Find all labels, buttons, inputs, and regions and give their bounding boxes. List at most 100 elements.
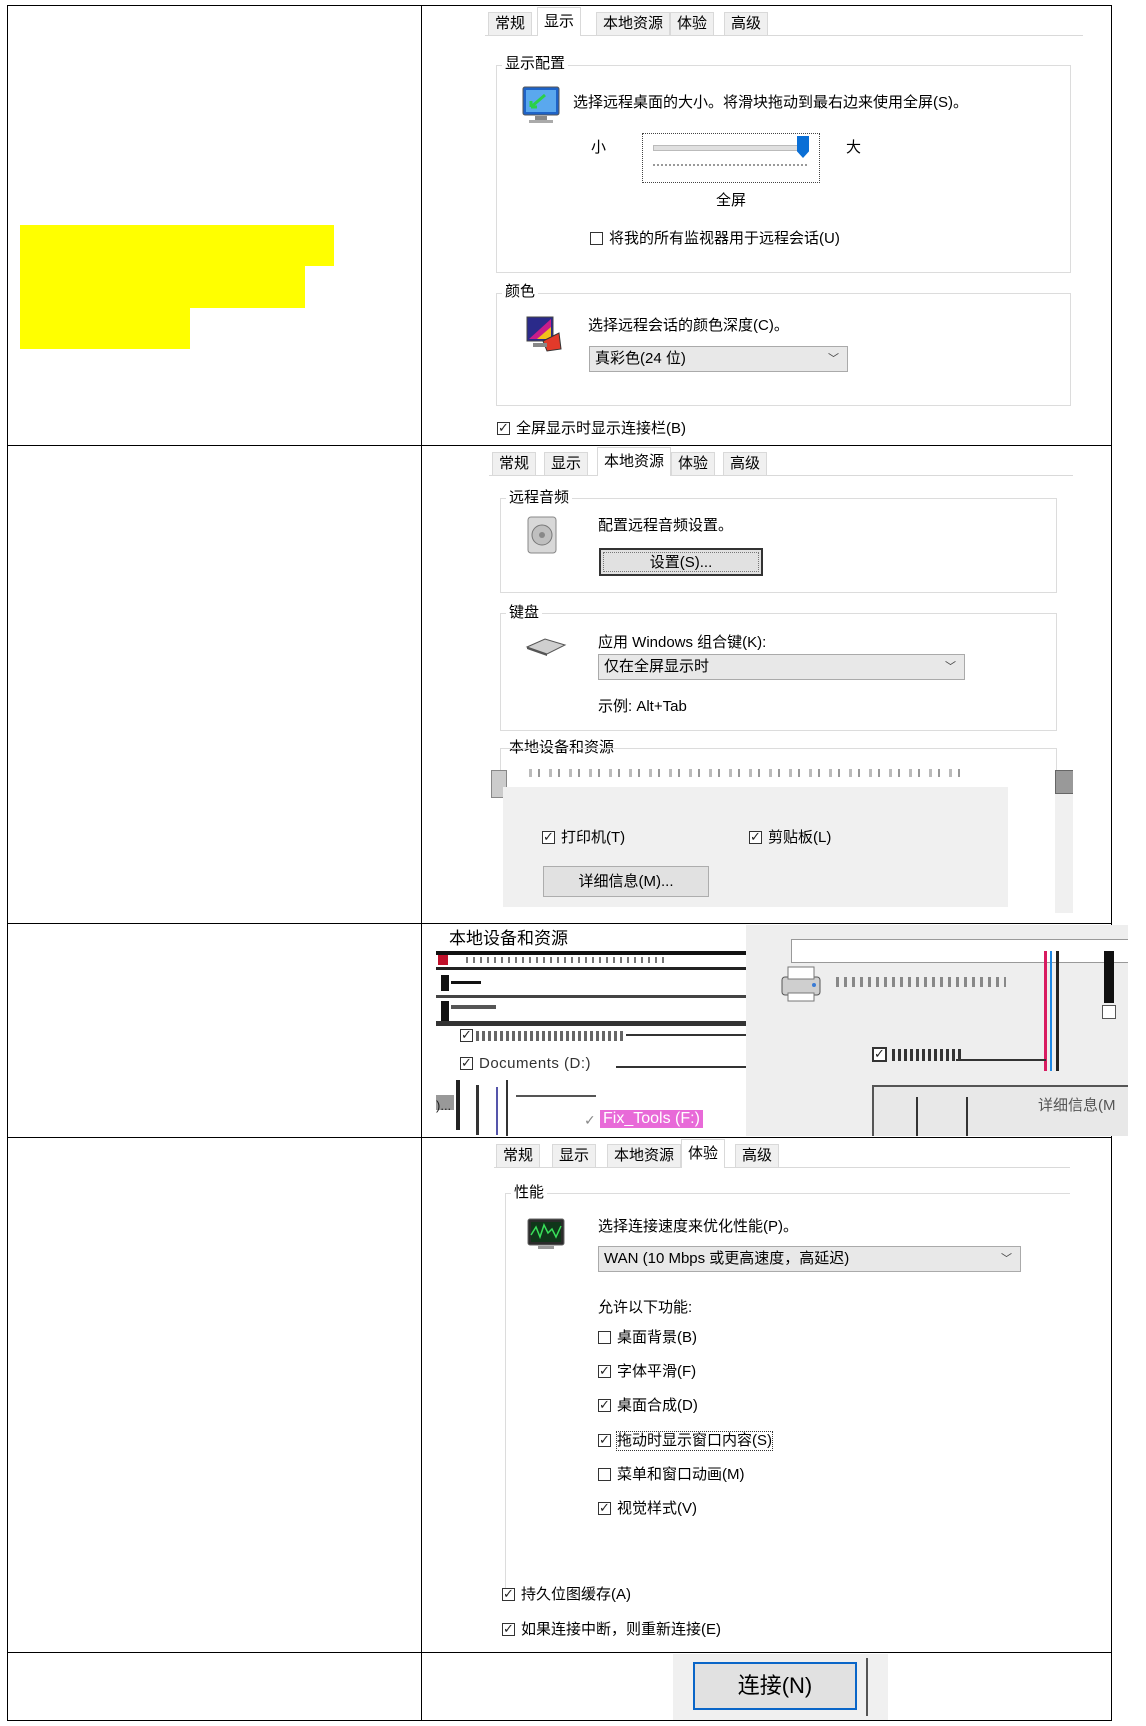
keyboard-combo-value: 仅在全屏显示时 xyxy=(604,658,710,675)
display-config-title: 显示配置 xyxy=(502,55,569,73)
color-palette-icon xyxy=(526,316,562,352)
chevron-down-icon: ﹀ xyxy=(945,661,956,673)
printer-checkbox-glitch[interactable] xyxy=(872,1045,887,1063)
table-column-divider xyxy=(421,5,422,1721)
drive-documents-label: Documents (D:) xyxy=(479,1055,592,1072)
tab-advanced[interactable]: 高级 xyxy=(735,1144,780,1167)
remote-audio-description: 配置远程音频设置。 xyxy=(598,517,734,534)
ellipsis-fragment: )... xyxy=(436,1098,452,1113)
drive-checkbox-documents[interactable] xyxy=(460,1054,473,1072)
printer-label: 打印机(T) xyxy=(561,829,626,846)
all-monitors-checkbox[interactable] xyxy=(590,232,603,245)
table-row-divider-2 xyxy=(7,923,1112,924)
tab-general[interactable]: 常规 xyxy=(496,1144,541,1167)
drive-checkbox-1[interactable] xyxy=(460,1026,473,1044)
feature-option-label: 字体平滑(F) xyxy=(617,1363,697,1380)
experience-tab-screenshot: 常规 显示 本地资源 体验 高级 性能 选择连接速度来优化性能(P)。 WAN … xyxy=(494,1139,1070,1651)
tab-general[interactable]: 常规 xyxy=(492,452,537,475)
clipboard-label: 剪贴板(L) xyxy=(768,829,832,846)
clipboard-checkbox[interactable] xyxy=(749,828,762,846)
feature-option-label: 菜单和窗口动画(M) xyxy=(617,1466,745,1483)
slider-value-label: 全屏 xyxy=(716,192,747,209)
tab-local-resources[interactable]: 本地资源 xyxy=(597,447,672,476)
feature-option-label: 桌面合成(D) xyxy=(617,1397,698,1414)
tab-experience[interactable]: 体验 xyxy=(671,452,716,475)
allow-features-label: 允许以下功能: xyxy=(598,1299,693,1316)
performance-title: 性能 xyxy=(511,1184,548,1202)
feature-option-checkbox[interactable] xyxy=(598,1468,611,1481)
tab-experience[interactable]: 体验 xyxy=(681,1139,726,1168)
highlight-block-top xyxy=(20,225,334,266)
feature-option-label: 拖动时显示窗口内容(S) xyxy=(616,1431,773,1451)
reconnect-checkbox[interactable] xyxy=(502,1620,515,1638)
feature-option-checkbox[interactable] xyxy=(598,1362,611,1380)
tab-display[interactable]: 显示 xyxy=(552,1144,597,1167)
slider-large-label: 大 xyxy=(846,139,862,156)
details-fragment: 详细信息(M xyxy=(1038,1097,1116,1114)
keyboard-icon xyxy=(525,638,567,656)
color-depth-select[interactable]: 真彩色(24 位) ﹀ xyxy=(589,346,848,372)
tab-general[interactable]: 常规 xyxy=(488,12,533,35)
local-devices-group xyxy=(500,748,1057,770)
feature-option-label: 视觉样式(V) xyxy=(617,1500,697,1517)
speed-description: 选择连接速度来优化性能(P)。 xyxy=(598,1218,798,1235)
local-resources-screenshot: 常规 显示 本地资源 体验 高级 远程音频 配置远程音频设置。 设置(S)...… xyxy=(489,447,1073,913)
checkmark-icon: ✓ xyxy=(584,1112,596,1128)
speaker-icon xyxy=(527,516,557,554)
color-title: 颜色 xyxy=(502,283,539,301)
remote-audio-group xyxy=(500,498,1057,593)
tab-display[interactable]: 显示 xyxy=(537,7,582,36)
reconnect-label: 如果连接中断，则重新连接(E) xyxy=(521,1621,721,1638)
tab-display[interactable]: 显示 xyxy=(544,452,589,475)
feature-option-label: 桌面背景(B) xyxy=(617,1329,697,1346)
show-connection-bar-label: 全屏显示时显示连接栏(B) xyxy=(516,420,686,437)
feature-option-checkbox[interactable] xyxy=(598,1431,611,1449)
printer-icon xyxy=(781,966,821,1002)
details-button[interactable]: 详细信息(M)... xyxy=(543,866,709,897)
render-artifact xyxy=(529,769,969,777)
keyboard-combo-select[interactable]: 仅在全屏显示时 ﹀ xyxy=(598,654,965,680)
slider-thumb[interactable] xyxy=(797,136,809,158)
chevron-down-icon: ﹀ xyxy=(1001,1253,1012,1265)
feature-option-checkbox[interactable] xyxy=(598,1396,611,1414)
performance-monitor-icon xyxy=(527,1218,565,1249)
color-depth-value: 真彩色(24 位) xyxy=(595,350,686,367)
remote-audio-title: 远程音频 xyxy=(506,489,573,507)
tab-advanced[interactable]: 高级 xyxy=(724,12,769,35)
feature-option-checkbox[interactable] xyxy=(598,1499,611,1517)
connection-speed-value: WAN (10 Mbps 或更高速度，高延迟) xyxy=(604,1250,850,1267)
table-row-divider-1 xyxy=(7,445,1112,446)
feature-option-checkbox[interactable] xyxy=(598,1331,611,1344)
devices-glitch-title: 本地设备和资源 xyxy=(449,929,568,948)
tab-local-resources[interactable]: 本地资源 xyxy=(596,12,671,35)
table-row-divider-4 xyxy=(7,1652,1112,1653)
display-config-description: 选择远程桌面的大小。将滑块拖动到最右边来使用全屏(S)。 xyxy=(573,94,968,111)
audio-settings-button[interactable]: 设置(S)... xyxy=(599,548,763,576)
printer-icon-fragment xyxy=(1055,770,1073,794)
connect-screenshot: 连接(N) xyxy=(673,1654,888,1720)
table-row-divider-3 xyxy=(7,1137,1112,1138)
drive-fix-tools-label[interactable]: Fix_Tools (F:) xyxy=(600,1110,703,1128)
persistent-cache-label: 持久位图缓存(A) xyxy=(521,1586,631,1603)
show-connection-bar-checkbox[interactable] xyxy=(497,419,510,437)
tab-advanced[interactable]: 高级 xyxy=(723,452,768,475)
keyboard-title: 键盘 xyxy=(506,604,543,622)
persistent-cache-checkbox[interactable] xyxy=(502,1585,515,1603)
highlight-block-bottom xyxy=(20,307,190,349)
tab-local-resources[interactable]: 本地资源 xyxy=(607,1144,682,1167)
resolution-slider[interactable] xyxy=(642,133,820,183)
slider-small-label: 小 xyxy=(591,139,607,156)
monitor-icon xyxy=(522,86,560,123)
chevron-down-icon: ﹀ xyxy=(828,353,839,365)
devices-glitch-screenshot: 本地设备和资源 Documents (D:) ✓ Fix_Tools (F:) … xyxy=(436,925,1128,1136)
printer-checkbox[interactable] xyxy=(542,828,555,846)
tab-experience[interactable]: 体验 xyxy=(670,12,715,35)
connection-speed-select[interactable]: WAN (10 Mbps 或更高速度，高延迟) ﹀ xyxy=(598,1246,1021,1272)
all-monitors-label: 将我的所有监视器用于远程会话(U) xyxy=(609,230,840,247)
highlight-block-middle xyxy=(20,265,305,308)
display-tab-screenshot: 常规 显示 本地资源 体验 高级 显示配置 选择远程桌面的大小。将滑块拖动到最右… xyxy=(485,7,1083,443)
devices-panel-right xyxy=(1055,794,1073,913)
connect-button[interactable]: 连接(N) xyxy=(693,1662,857,1710)
keyboard-description: 应用 Windows 组合键(K): xyxy=(598,634,767,651)
color-description: 选择远程会话的颜色深度(C)。 xyxy=(588,317,789,334)
